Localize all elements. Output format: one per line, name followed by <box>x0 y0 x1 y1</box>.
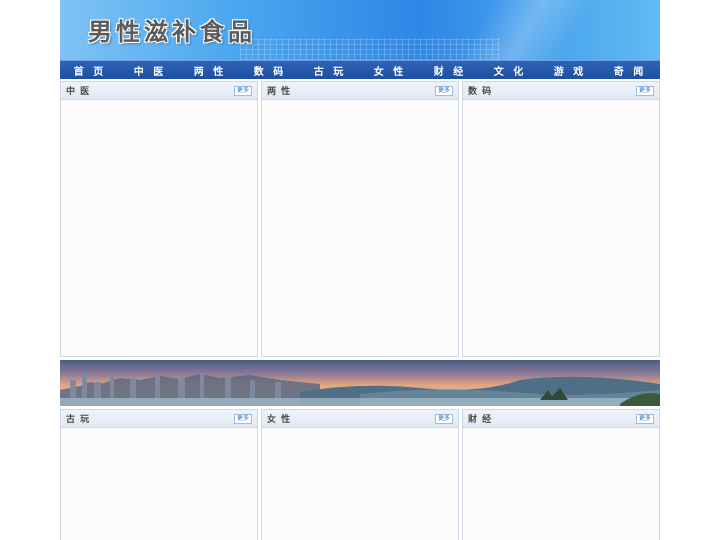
panel-header: 古 玩 更多 <box>61 410 257 428</box>
nav-relationships[interactable]: 两 性 <box>194 63 226 78</box>
more-button[interactable]: 更多 <box>434 413 453 424</box>
panel-finance: 财 经 更多 <box>462 409 660 540</box>
panel-women: 女 性 更多 <box>261 409 459 540</box>
panel-header: 中 医 更多 <box>61 82 257 100</box>
panel-digital: 数 码 更多 <box>462 81 660 357</box>
nav-culture[interactable]: 文 化 <box>494 63 526 78</box>
panel-row-1: 中 医 更多 两 性 更多 数 码 更多 <box>60 81 660 357</box>
main-nav: 首 页 中 医 两 性 数 码 古 玩 女 性 财 经 文 化 游 戏 奇 闻 <box>60 60 660 79</box>
nav-finance[interactable]: 财 经 <box>434 63 466 78</box>
panel-antiques: 古 玩 更多 <box>60 409 258 540</box>
panel-row-2: 古 玩 更多 女 性 更多 财 经 更多 <box>60 409 660 540</box>
nav-games[interactable]: 游 戏 <box>554 63 586 78</box>
nav-home[interactable]: 首 页 <box>74 63 106 78</box>
panel-relationships: 两 性 更多 <box>261 81 459 357</box>
site-banner: 男性滋补食品 <box>60 0 660 60</box>
nav-antiques[interactable]: 古 玩 <box>314 63 346 78</box>
site-title: 男性滋补食品 <box>88 18 256 46</box>
more-button[interactable]: 更多 <box>635 85 654 96</box>
nav-oddities[interactable]: 奇 闻 <box>614 63 646 78</box>
panel-title: 中 医 <box>66 87 91 97</box>
more-button[interactable]: 更多 <box>233 413 252 424</box>
landscape-image <box>60 373 660 406</box>
nav-chinese-medicine[interactable]: 中 医 <box>134 63 166 78</box>
panel-header: 两 性 更多 <box>262 82 458 100</box>
banner-grid-decoration <box>240 38 500 60</box>
panel-title: 财 经 <box>468 415 493 425</box>
more-button[interactable]: 更多 <box>635 413 654 424</box>
panel-title: 古 玩 <box>66 415 91 425</box>
page-wrapper: 男性滋补食品 首 页 中 医 两 性 数 码 古 玩 女 性 财 经 文 化 游… <box>60 0 660 540</box>
panel-title: 两 性 <box>267 87 292 97</box>
panel-title: 女 性 <box>267 415 292 425</box>
nav-digital[interactable]: 数 码 <box>254 63 286 78</box>
panel-header: 女 性 更多 <box>262 410 458 428</box>
more-button[interactable]: 更多 <box>233 85 252 96</box>
panel-header: 财 经 更多 <box>463 410 659 428</box>
panel-header: 数 码 更多 <box>463 82 659 100</box>
more-button[interactable]: 更多 <box>434 85 453 96</box>
nav-women[interactable]: 女 性 <box>374 63 406 78</box>
panel-chinese-medicine: 中 医 更多 <box>60 81 258 357</box>
landscape-banner <box>60 360 660 406</box>
panel-title: 数 码 <box>468 87 493 97</box>
